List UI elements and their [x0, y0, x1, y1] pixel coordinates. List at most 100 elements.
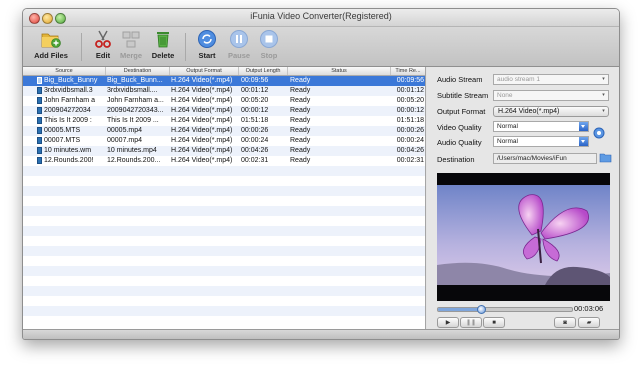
column-header-source[interactable]: Source	[23, 67, 106, 75]
table-row[interactable]: 200904272034 2009042720343... H.264 Video(…	[23, 106, 425, 116]
empty-row	[23, 316, 425, 326]
cell-format: H.264 Video(*.mp4)	[171, 107, 233, 114]
table-row[interactable]: 10 minutes.wm 10 minutes.mp4 H.264 Video(*…	[23, 146, 425, 156]
cell-source: 10 minutes.wm	[44, 147, 92, 154]
empty-row	[23, 166, 425, 176]
cell-status: Ready	[290, 157, 311, 164]
cell-destination: 12.Rounds.200...	[107, 157, 161, 164]
audio-quality-select[interactable]: Normal	[493, 136, 589, 147]
cell-format: H.264 Video(*.mp4)	[171, 157, 233, 164]
settings-gear-icon[interactable]	[593, 127, 605, 139]
butterfly-preview-image	[437, 173, 610, 301]
chevron-down-icon: ▾	[602, 108, 605, 114]
column-header-output-format[interactable]: Output Format	[170, 67, 239, 75]
start-button[interactable]: Start	[189, 29, 225, 65]
cell-source: 200904272034	[44, 107, 91, 114]
cell-status: Ready	[290, 137, 311, 144]
cell-format: H.264 Video(*.mp4)	[171, 147, 233, 154]
empty-row	[23, 196, 425, 206]
add-files-button[interactable]: Add Files	[31, 29, 71, 65]
open-snapshot-folder-button[interactable]: ▰	[578, 317, 600, 328]
play-icon: ▶	[445, 320, 451, 326]
table-row[interactable]: Big_Buck_Bunny Big_Buck_Bunn... H.264 Vide…	[23, 76, 425, 86]
output-format-value: H.264 Video(*.mp4)	[498, 108, 560, 115]
pause-playback-button[interactable]: ❚❚	[460, 317, 482, 328]
cell-format: H.264 Video(*.mp4)	[171, 87, 233, 94]
cell-status: Ready	[290, 107, 311, 114]
cell-time: 00:09:56	[396, 77, 424, 84]
merge-label: Merge	[119, 51, 143, 60]
subtitle-stream-label: Subtitle Stream	[437, 91, 489, 100]
list-rows: Big_Buck_Bunny Big_Buck_Bunn... H.264 Vide…	[23, 76, 425, 326]
audio-stream-value: audio stream 1	[497, 76, 540, 83]
title-bar: iFunia Video Converter(Registered)	[23, 9, 619, 27]
video-quality-select[interactable]: Normal	[493, 121, 589, 132]
chevron-down-icon	[579, 137, 588, 146]
add-files-icon	[41, 33, 61, 48]
cell-destination: John Farnham a...	[107, 97, 164, 104]
table-row[interactable]: 3rdxvidbsmall.3 3rdxvidbsmall.... H.264 Vi…	[23, 86, 425, 96]
cell-time: 00:00:12	[396, 107, 424, 114]
output-format-select[interactable]: H.264 Video(*.mp4) ▾	[493, 106, 609, 117]
subtitle-stream-select[interactable]: None ▾	[493, 90, 609, 101]
empty-row	[23, 216, 425, 226]
add-files-label: Add Files	[34, 51, 68, 60]
cell-destination: 00007.mp4	[107, 137, 143, 144]
cell-length: 00:09:56	[241, 77, 269, 84]
cell-source: 12.Rounds.200!	[44, 157, 94, 164]
play-button[interactable]: ▶	[437, 317, 459, 328]
video-quality-value: Normal	[497, 123, 518, 130]
toolbar: Add Files Edit Merge Delete Start Pause …	[23, 27, 619, 67]
cell-format: H.264 Video(*.mp4)	[171, 77, 233, 84]
empty-row	[23, 276, 425, 286]
video-file-icon	[37, 77, 42, 84]
cell-length: 00:02:31	[241, 157, 269, 164]
cell-status: Ready	[290, 97, 311, 104]
subtitle-stream-value: None	[497, 92, 513, 99]
cell-length: 01:51:18	[241, 117, 269, 124]
cell-source: 3rdxvidbsmall.3	[44, 87, 93, 94]
empty-row	[23, 246, 425, 256]
video-file-icon	[37, 87, 42, 94]
toolbar-separator	[185, 33, 186, 61]
folder-icon[interactable]	[599, 152, 612, 163]
audio-stream-select[interactable]: audio stream 1 ▾	[493, 74, 609, 85]
cell-destination: 2009042720343...	[107, 107, 164, 114]
cell-time: 00:01:12	[396, 87, 424, 94]
video-file-icon	[37, 117, 42, 124]
table-row[interactable]: 00005.MTS 00005.mp4 H.264 Video(*.mp4) 00:0…	[23, 126, 425, 136]
cell-source: This Is It 2009 :	[44, 117, 92, 124]
start-label: Start	[198, 51, 216, 60]
cell-destination: 3rdxvidbsmall....	[107, 87, 158, 94]
cell-time: 00:04:26	[396, 147, 424, 154]
seek-knob[interactable]	[476, 305, 486, 314]
cell-source: John Farnham a	[44, 97, 95, 104]
stop-button[interactable]: Stop	[251, 29, 287, 65]
empty-row	[23, 286, 425, 296]
stop-playback-button[interactable]: ■	[483, 317, 505, 328]
table-row[interactable]: This Is It 2009 : This Is It 2009 ... H.26…	[23, 116, 425, 126]
table-row[interactable]: John Farnham a John Farnham a... H.264 Vid…	[23, 96, 425, 106]
empty-row	[23, 186, 425, 196]
column-header-output-length[interactable]: Output Length	[239, 67, 288, 75]
chevron-down-icon: ▾	[602, 76, 605, 82]
column-header-status[interactable]: Status	[288, 67, 391, 75]
cell-time: 00:00:26	[396, 127, 424, 134]
table-row[interactable]: 00007.MTS 00007.mp4 H.264 Video(*.mp4) 00:0…	[23, 136, 425, 146]
destination-field[interactable]: /Users/mac/Movies/iFun	[493, 153, 597, 164]
cell-length: 00:01:12	[241, 87, 269, 94]
stop-small-icon: ■	[492, 320, 496, 326]
cell-source: 00007.MTS	[44, 137, 81, 144]
delete-button[interactable]: Delete	[145, 29, 181, 65]
table-row[interactable]: 12.Rounds.200! 12.Rounds.200... H.264 Vide…	[23, 156, 425, 166]
column-header-destination[interactable]: Destination	[106, 67, 170, 75]
seek-bar[interactable]	[437, 305, 573, 314]
merge-button[interactable]: Merge	[113, 29, 149, 65]
stop-label: Stop	[260, 51, 278, 60]
column-header-time-remaining[interactable]: Time Re...	[391, 67, 425, 75]
snapshot-button[interactable]: ◙	[554, 317, 576, 328]
destination-label: Destination	[437, 155, 475, 164]
empty-row	[23, 236, 425, 246]
pause-icon	[230, 30, 248, 48]
chevron-down-icon	[579, 122, 588, 131]
